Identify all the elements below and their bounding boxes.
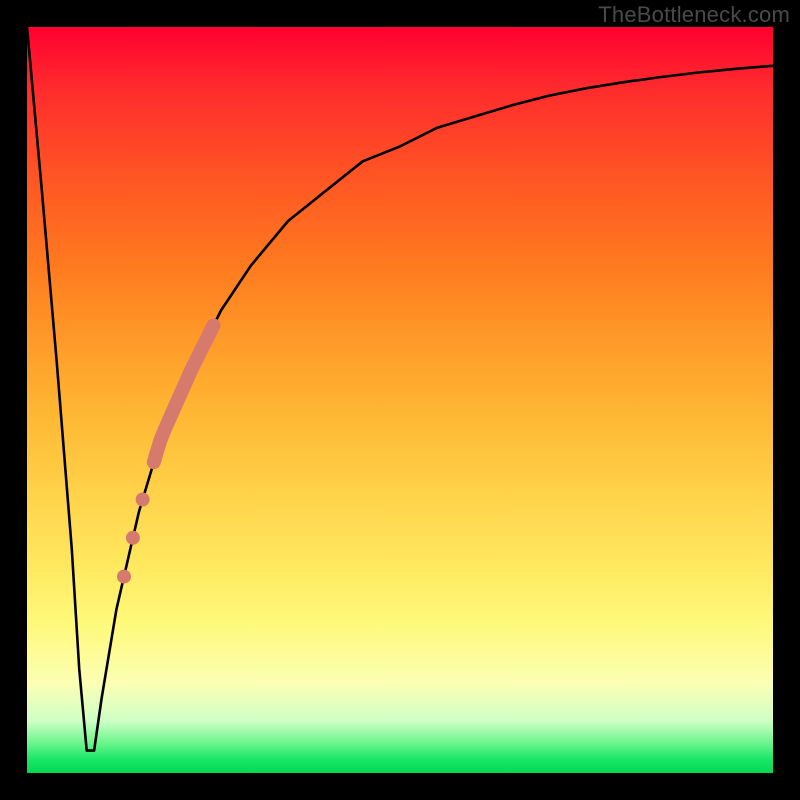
highlight-dots-group (117, 493, 150, 584)
highlight-dot (126, 531, 140, 545)
chart-frame: TheBottleneck.com (0, 0, 800, 800)
watermark-text: TheBottleneck.com (598, 2, 790, 28)
plot-area (27, 27, 773, 773)
curve-svg (27, 27, 773, 773)
highlight-dot (136, 493, 150, 507)
highlight-segment (154, 325, 214, 462)
bottleneck-curve (27, 27, 773, 751)
highlight-dot (117, 570, 131, 584)
